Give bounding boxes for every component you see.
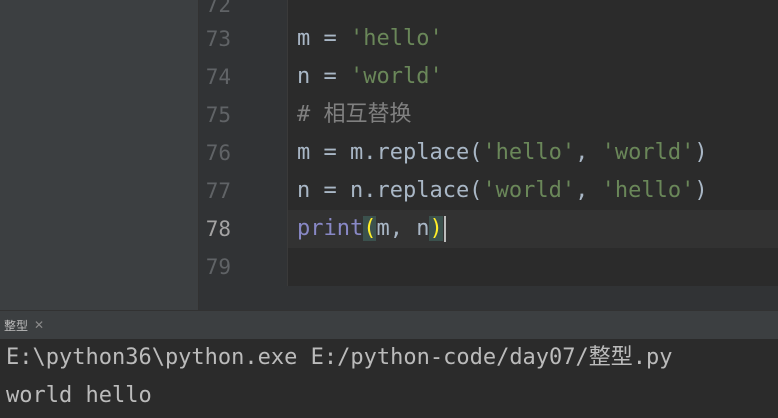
line-number: 76 bbox=[205, 141, 231, 165]
text-caret bbox=[443, 216, 446, 242]
code-text: m = m.replace( bbox=[297, 140, 483, 165]
matched-paren-close: ) bbox=[429, 216, 443, 241]
editor-bottom-area bbox=[199, 286, 778, 310]
code-text: , bbox=[575, 178, 602, 203]
string-literal: 'world' bbox=[601, 140, 695, 165]
code-text: , bbox=[575, 140, 602, 165]
code-line-76[interactable]: m = m.replace('hello', 'world') bbox=[297, 134, 708, 172]
run-tab[interactable]: 整型 ✕ bbox=[0, 311, 48, 339]
close-icon[interactable]: ✕ bbox=[34, 318, 44, 332]
matched-paren-open: ( bbox=[363, 216, 377, 241]
line-number-current: 78 bbox=[205, 217, 231, 241]
line-gutter: 72 73 74 75 76 77 78 79 bbox=[199, 0, 288, 310]
line-number: 74 bbox=[205, 65, 231, 89]
run-console[interactable]: E:\python36\python.exe E:/python-code/da… bbox=[0, 339, 778, 418]
run-tab-label: 整型 bbox=[4, 318, 29, 333]
code-line-75[interactable]: # 相互替换 bbox=[297, 96, 412, 134]
code-line-78[interactable]: print(m, n) bbox=[297, 210, 446, 248]
string-literal: 'hello' bbox=[349, 26, 443, 51]
builtin-function: print bbox=[297, 216, 364, 241]
console-output-line: world hello bbox=[6, 383, 152, 408]
code-comment: # 相互替换 bbox=[297, 102, 412, 127]
console-command-line: E:\python36\python.exe E:/python-code/da… bbox=[6, 345, 673, 370]
line-number: 77 bbox=[205, 179, 231, 203]
code-text: n = bbox=[297, 64, 350, 89]
code-text: m = bbox=[297, 26, 350, 51]
line-number: 79 bbox=[205, 255, 231, 279]
project-panel bbox=[0, 0, 199, 310]
code-text: m, n bbox=[376, 216, 430, 241]
code-line-77[interactable]: n = n.replace('world', 'hello') bbox=[297, 172, 708, 210]
code-line-73[interactable]: m = 'hello' bbox=[297, 20, 443, 58]
code-editor[interactable]: 72 73 74 75 76 77 78 79 m = 'hello' n = … bbox=[199, 0, 778, 310]
run-tab-bar: 整型 ✕ bbox=[0, 310, 778, 340]
line-number: 75 bbox=[205, 103, 231, 127]
code-text: ) bbox=[694, 178, 708, 203]
code-text: n = n.replace( bbox=[297, 178, 483, 203]
string-literal: 'world' bbox=[349, 64, 443, 89]
string-literal: 'hello' bbox=[601, 178, 695, 203]
code-text: ) bbox=[694, 140, 708, 165]
code-line-74[interactable]: n = 'world' bbox=[297, 58, 443, 96]
string-literal: 'world' bbox=[482, 178, 576, 203]
line-number: 73 bbox=[205, 27, 231, 51]
string-literal: 'hello' bbox=[482, 140, 576, 165]
